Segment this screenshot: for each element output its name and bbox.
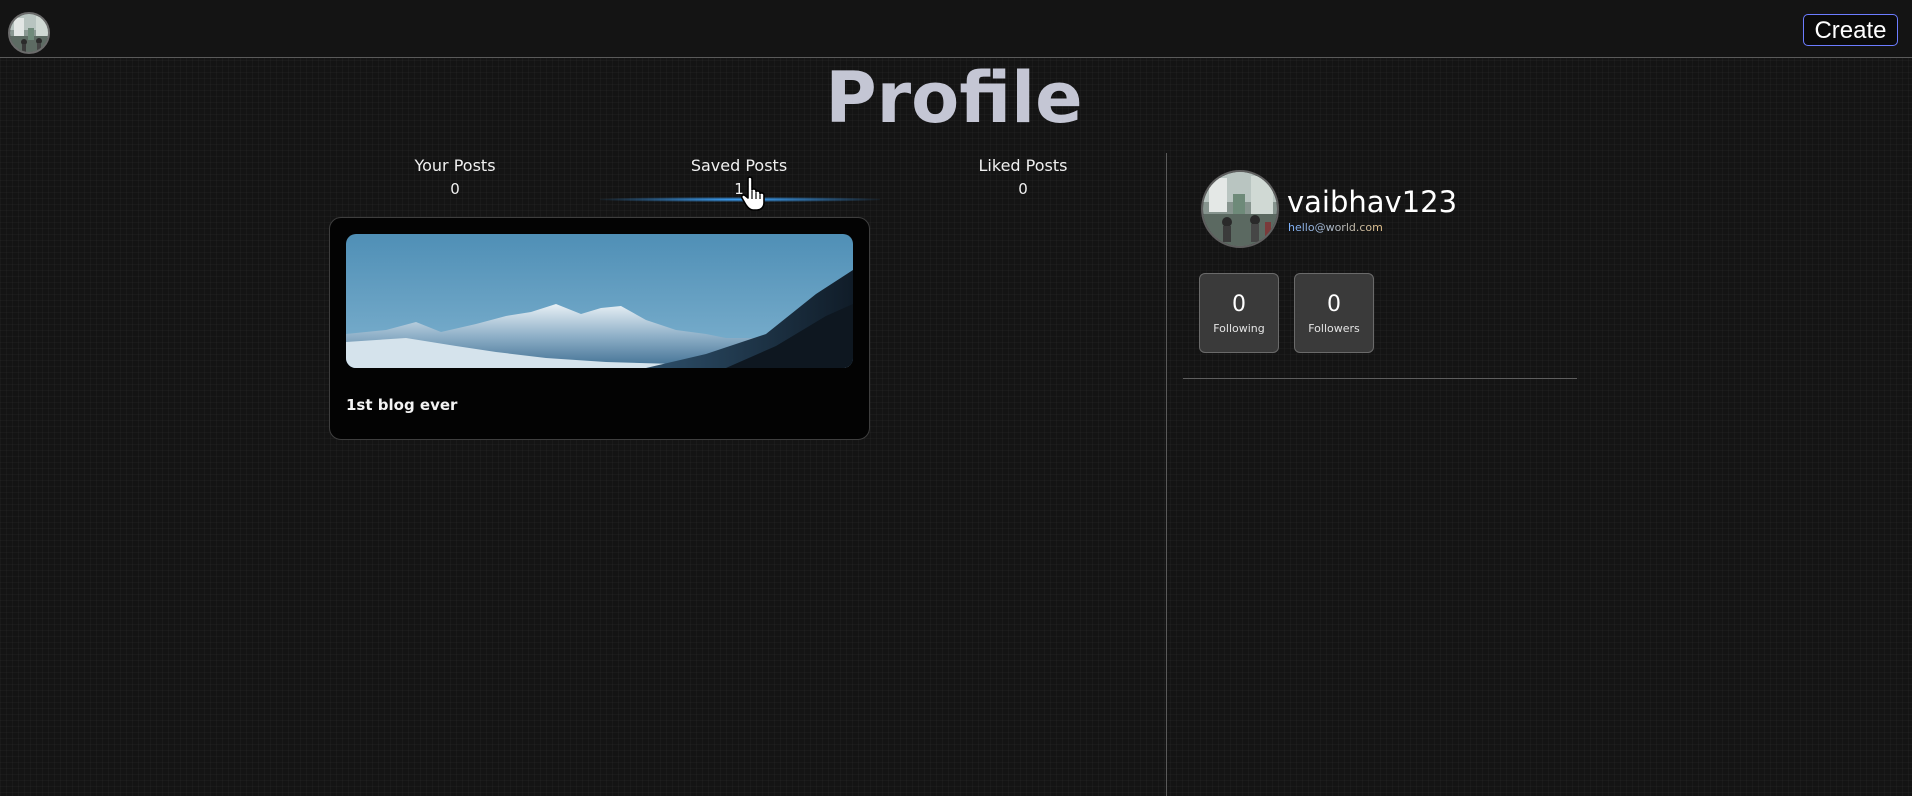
post-card[interactable]: 1st blog ever	[329, 217, 870, 440]
hand-pointer-icon	[740, 176, 767, 212]
stat-label: Followers	[1308, 322, 1360, 335]
stat-value: 0	[1327, 292, 1341, 317]
create-button[interactable]: Create	[1803, 14, 1898, 46]
following-stat[interactable]: 0 Following	[1199, 273, 1279, 353]
profile-avatar-icon	[1201, 170, 1279, 248]
profile-email: hello@world.com	[1288, 221, 1383, 234]
tab-saved-posts[interactable]: Saved Posts 1	[609, 155, 869, 201]
tab-count: 0	[450, 180, 460, 198]
user-avatar-icon[interactable]	[8, 12, 50, 54]
tab-label: Your Posts	[414, 156, 496, 175]
stat-value: 0	[1232, 292, 1246, 317]
profile-username: vaibhav123	[1287, 185, 1458, 219]
tab-label: Liked Posts	[978, 156, 1068, 175]
tab-label: Saved Posts	[690, 156, 788, 175]
top-navbar: Create	[0, 0, 1912, 58]
followers-stat[interactable]: 0 Followers	[1294, 273, 1374, 353]
active-tab-indicator	[600, 197, 880, 202]
page-title: Profile	[825, 57, 1083, 139]
tab-your-posts[interactable]: Your Posts 0	[325, 155, 585, 201]
profile-divider	[1183, 378, 1577, 379]
tab-count: 0	[1018, 180, 1028, 198]
stat-label: Following	[1213, 322, 1265, 335]
post-thumbnail-image	[346, 234, 853, 368]
tab-liked-posts[interactable]: Liked Posts 0	[893, 155, 1153, 201]
post-title: 1st blog ever	[346, 396, 458, 414]
column-divider	[1166, 153, 1167, 796]
